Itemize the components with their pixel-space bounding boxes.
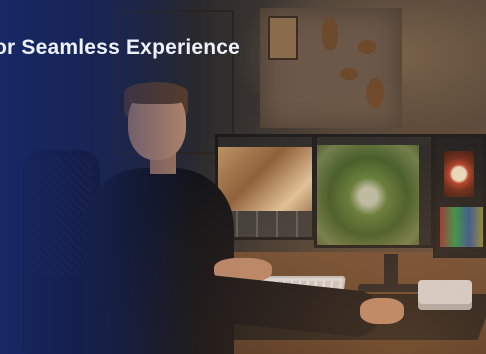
hero-banner: or Seamless Experience [0, 0, 486, 354]
headline: or Seamless Experience [0, 36, 241, 59]
